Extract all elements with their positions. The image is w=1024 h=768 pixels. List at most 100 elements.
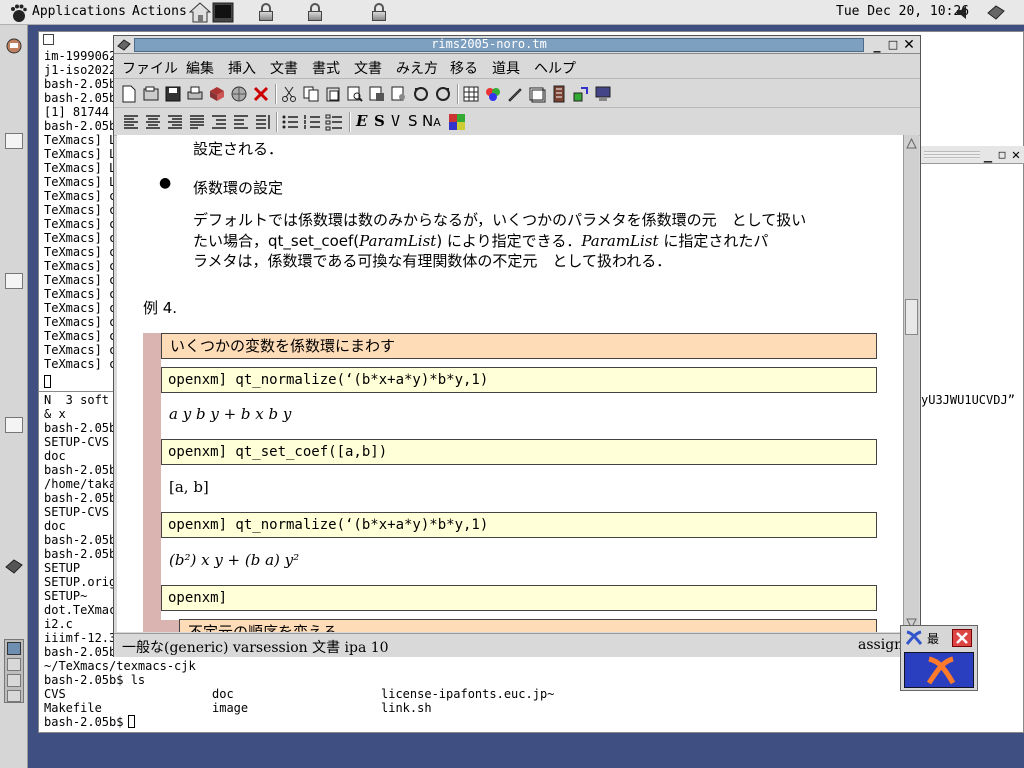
close-document-icon[interactable]	[252, 85, 270, 103]
draw-icon[interactable]	[506, 85, 524, 103]
workspace-4[interactable]	[7, 690, 21, 702]
dock-app-icon[interactable]	[4, 557, 24, 575]
im-logo-panel[interactable]	[904, 652, 974, 688]
terminal-line: TeXmacs] c	[44, 231, 117, 245]
applications-menu[interactable]: Applications	[32, 4, 126, 19]
background-window-titlebar[interactable]: _ □ ✕	[918, 146, 1024, 164]
scroll-up-icon[interactable]	[906, 138, 917, 149]
strong-button[interactable]: S	[374, 112, 385, 130]
terminal-launcher-icon[interactable]	[212, 2, 234, 23]
window-titlebar[interactable]: rims2005-noro.tm _ □ ✕	[114, 36, 920, 54]
network-icon[interactable]	[986, 4, 1006, 21]
align-right-icon[interactable]	[166, 113, 184, 131]
color-palette-icon[interactable]	[448, 113, 466, 131]
terminal-line: SETUP-CVS	[44, 505, 110, 519]
menu-file[interactable]: ファイル	[122, 58, 178, 78]
top-panel: Applications Actions Tue Dec 20, 10:26	[0, 0, 1024, 25]
spacing-icon[interactable]	[254, 113, 272, 131]
menu-view[interactable]: みえ方	[396, 58, 438, 78]
vertical-scrollbar[interactable]	[903, 135, 919, 632]
terminal-checkbox[interactable]	[43, 34, 54, 45]
session-heading[interactable]: いくつかの変数を係数環にまわす	[161, 333, 877, 359]
paste-icon[interactable]	[324, 85, 342, 103]
emphasis-button[interactable]: E	[356, 112, 367, 130]
justify-icon[interactable]	[188, 113, 206, 131]
replace-icon[interactable]	[368, 85, 386, 103]
terminal-line: doc	[44, 519, 66, 533]
sample-button[interactable]: S	[408, 112, 418, 130]
undo-icon[interactable]	[412, 85, 430, 103]
volume-icon[interactable]	[956, 5, 972, 20]
clock[interactable]: Tue Dec 20, 10:26	[836, 4, 969, 19]
input-method-widget[interactable]: 最	[900, 625, 978, 691]
open-icon[interactable]	[142, 85, 160, 103]
print-icon[interactable]	[186, 85, 204, 103]
redo-icon[interactable]	[434, 85, 452, 103]
bookmark-icon[interactable]	[208, 85, 226, 103]
dock-window-button[interactable]	[5, 273, 23, 289]
film-icon[interactable]	[550, 85, 568, 103]
name-button[interactable]: NA	[422, 112, 441, 130]
align-center-icon[interactable]	[144, 113, 162, 131]
close-button[interactable]: ✕	[1008, 147, 1024, 163]
workspace-3[interactable]	[7, 674, 21, 687]
frame-icon[interactable]	[528, 85, 546, 103]
lock-icon[interactable]	[369, 2, 389, 22]
menu-help[interactable]: ヘルプ	[534, 58, 576, 78]
bullet-list-icon[interactable]	[281, 113, 299, 131]
monitor-icon[interactable]	[594, 85, 612, 103]
workspace-2[interactable]	[7, 658, 21, 671]
save-icon[interactable]	[164, 85, 182, 103]
scroll-thumb[interactable]	[905, 299, 918, 335]
workspace-switcher[interactable]	[4, 639, 24, 703]
table-icon[interactable]	[462, 85, 480, 103]
terminal-prompt[interactable]: bash-2.05b$	[44, 715, 131, 729]
cut-icon[interactable]	[280, 85, 298, 103]
menu-document[interactable]: 文書	[354, 58, 382, 78]
description-list-icon[interactable]	[325, 113, 343, 131]
new-document-icon[interactable]	[120, 85, 138, 103]
workspace-1[interactable]	[7, 642, 21, 655]
session-input[interactable]: openxm] qt_normalize(‘(b*x+a*y)*b*y,1)	[161, 367, 877, 393]
verbatim-button[interactable]: V	[391, 112, 400, 130]
ls-item: link.sh	[381, 701, 432, 715]
session-heading[interactable]: 不定元の順序を変える	[179, 619, 877, 632]
pager-icon[interactable]	[4, 37, 24, 57]
session-input[interactable]: openxm] qt_normalize(‘(b*x+a*y)*b*y,1)	[161, 512, 877, 538]
minimize-button[interactable]: _	[869, 37, 885, 53]
menu-edit[interactable]: 編集	[186, 58, 214, 78]
spell-check-icon[interactable]	[390, 85, 408, 103]
close-button[interactable]: ✕	[901, 37, 917, 53]
menu-go[interactable]: 移る	[450, 58, 478, 78]
menu-insert[interactable]: 挿入	[228, 58, 256, 78]
search-icon[interactable]	[346, 85, 364, 103]
im-close-button[interactable]	[952, 629, 972, 647]
menu-tools[interactable]: 道具	[492, 58, 520, 78]
lock-icon[interactable]	[305, 2, 325, 22]
copy-icon[interactable]	[302, 85, 320, 103]
session-input[interactable]: openxm] qt_set_coef([a,b])	[161, 439, 877, 465]
terminal-line: SETUP	[44, 561, 81, 575]
outdent-icon[interactable]	[232, 113, 250, 131]
gnome-foot-icon[interactable]	[8, 3, 28, 23]
link-icon[interactable]	[572, 85, 590, 103]
actions-menu[interactable]: Actions	[132, 4, 187, 19]
terminal-line: TeXmacs] L	[44, 147, 117, 161]
align-left-icon[interactable]	[122, 113, 140, 131]
home-icon[interactable]	[189, 2, 211, 23]
numbered-list-icon[interactable]	[303, 113, 321, 131]
indent-icon[interactable]	[210, 113, 228, 131]
terminal-line: bash-2.05b	[44, 645, 117, 659]
dock-window-button[interactable]	[5, 133, 23, 149]
menu-text[interactable]: 文書	[270, 58, 298, 78]
maximize-button[interactable]: □	[885, 37, 901, 53]
lock-icon[interactable]	[256, 2, 276, 22]
dock-window-button[interactable]	[5, 417, 23, 433]
document-area[interactable]: 設定される． ● 係数環の設定 デフォルトでは係数環は数のみからなるが，いくつか…	[117, 135, 904, 632]
ls-item: image	[212, 701, 249, 715]
terminal-line: /home/taka	[44, 477, 117, 491]
menu-format[interactable]: 書式	[312, 58, 340, 78]
globe-icon[interactable]	[230, 85, 248, 103]
session-input[interactable]: openxm]	[161, 585, 877, 611]
image-icon[interactable]	[484, 85, 502, 103]
